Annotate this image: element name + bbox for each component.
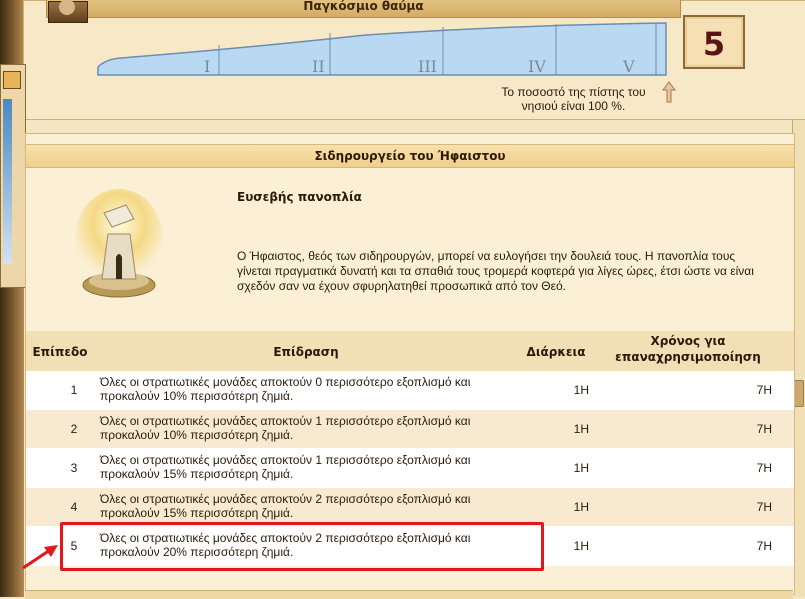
header-cooldown: Χρόνος για επαναχρησιμοποίηση [615, 334, 761, 364]
building-title-bar: Σιδηρουργείο του Ήφαιστου [26, 144, 794, 168]
header-level: Επίπεδο [32, 345, 88, 359]
header-effect: Επίδραση [273, 345, 339, 359]
wonder-level: 5 [702, 25, 726, 63]
dropdown-toggle[interactable] [3, 71, 21, 89]
popup-image [3, 99, 12, 264]
row-duration: 1H [573, 539, 589, 553]
building-name: Σιδηρουργείο του Ήφαιστου [314, 149, 506, 163]
table-header: Επίπεδο Επίδραση Διάρκεια Χρόνος για επα… [26, 331, 794, 371]
row-cooldown: 7H [756, 461, 772, 475]
wonder-level-box: 5 [683, 15, 745, 69]
wonder-title: Παγκόσμιο θαύμα [303, 0, 424, 13]
row-effect: Όλες οι στρατιωτικές μονάδες αποκτούν 1 … [100, 453, 471, 481]
row-effect: Όλες οι στρατιωτικές μονάδες αποκτούν 0 … [100, 375, 471, 403]
stage-label: V [622, 57, 635, 76]
row-duration: 1H [573, 383, 589, 397]
red-pointer-arrow-icon [22, 545, 58, 570]
stage-label: I [204, 57, 210, 76]
stage-label: IV [528, 57, 546, 76]
header-duration: Διάρκεια [526, 345, 586, 359]
stage-label: III [418, 57, 437, 76]
row-duration: 1H [573, 461, 589, 475]
next-panel-edge [25, 590, 793, 599]
forge-spell-icon [75, 189, 163, 298]
highlight-box [60, 522, 544, 571]
row-effect: Όλες οι στρατιωτικές μονάδες αποκτούν 2 … [100, 492, 471, 520]
row-cooldown: 7H [756, 422, 772, 436]
spell-description: Ο Ήφαιστος, θεός των σιδηρουργών, μπορεί… [237, 249, 754, 293]
wonder-progress-bar: I II III IV V [97, 22, 667, 76]
table-row: 2 Όλες οι στρατιωτικές μονάδες αποκτούν … [26, 410, 794, 449]
table-row: 3 Όλες οι στρατιωτικές μονάδες αποκτούν … [26, 449, 794, 488]
wonder-title-bar: Παγκόσμιο θαύμα [46, 0, 681, 18]
temple-avatar-icon[interactable] [48, 0, 88, 23]
row-duration: 1H [573, 500, 589, 514]
wonder-panel: Παγκόσμιο θαύμα I II III IV V 5 Το ποσοσ… [23, 0, 805, 120]
row-level: 3 [70, 461, 78, 475]
up-arrow-icon [662, 81, 676, 103]
side-popup-panel [0, 64, 26, 288]
row-level: 4 [70, 500, 78, 514]
row-cooldown: 7H [756, 500, 772, 514]
row-level: 1 [70, 383, 78, 397]
row-cooldown: 7H [756, 539, 772, 553]
stage-label: II [312, 57, 325, 76]
row-level: 2 [70, 422, 78, 436]
faith-text: Το ποσοστό της πίστης του νησιού είναι 1… [501, 85, 646, 113]
table-row: 1 Όλες οι στρατιωτικές μονάδες αποκτούν … [26, 371, 794, 410]
row-effect: Όλες οι στρατιωτικές μονάδες αποκτούν 1 … [100, 414, 471, 442]
row-duration: 1H [573, 422, 589, 436]
row-cooldown: 7H [756, 383, 772, 397]
spell-name: Ευσεβής πανοπλία [237, 190, 362, 204]
